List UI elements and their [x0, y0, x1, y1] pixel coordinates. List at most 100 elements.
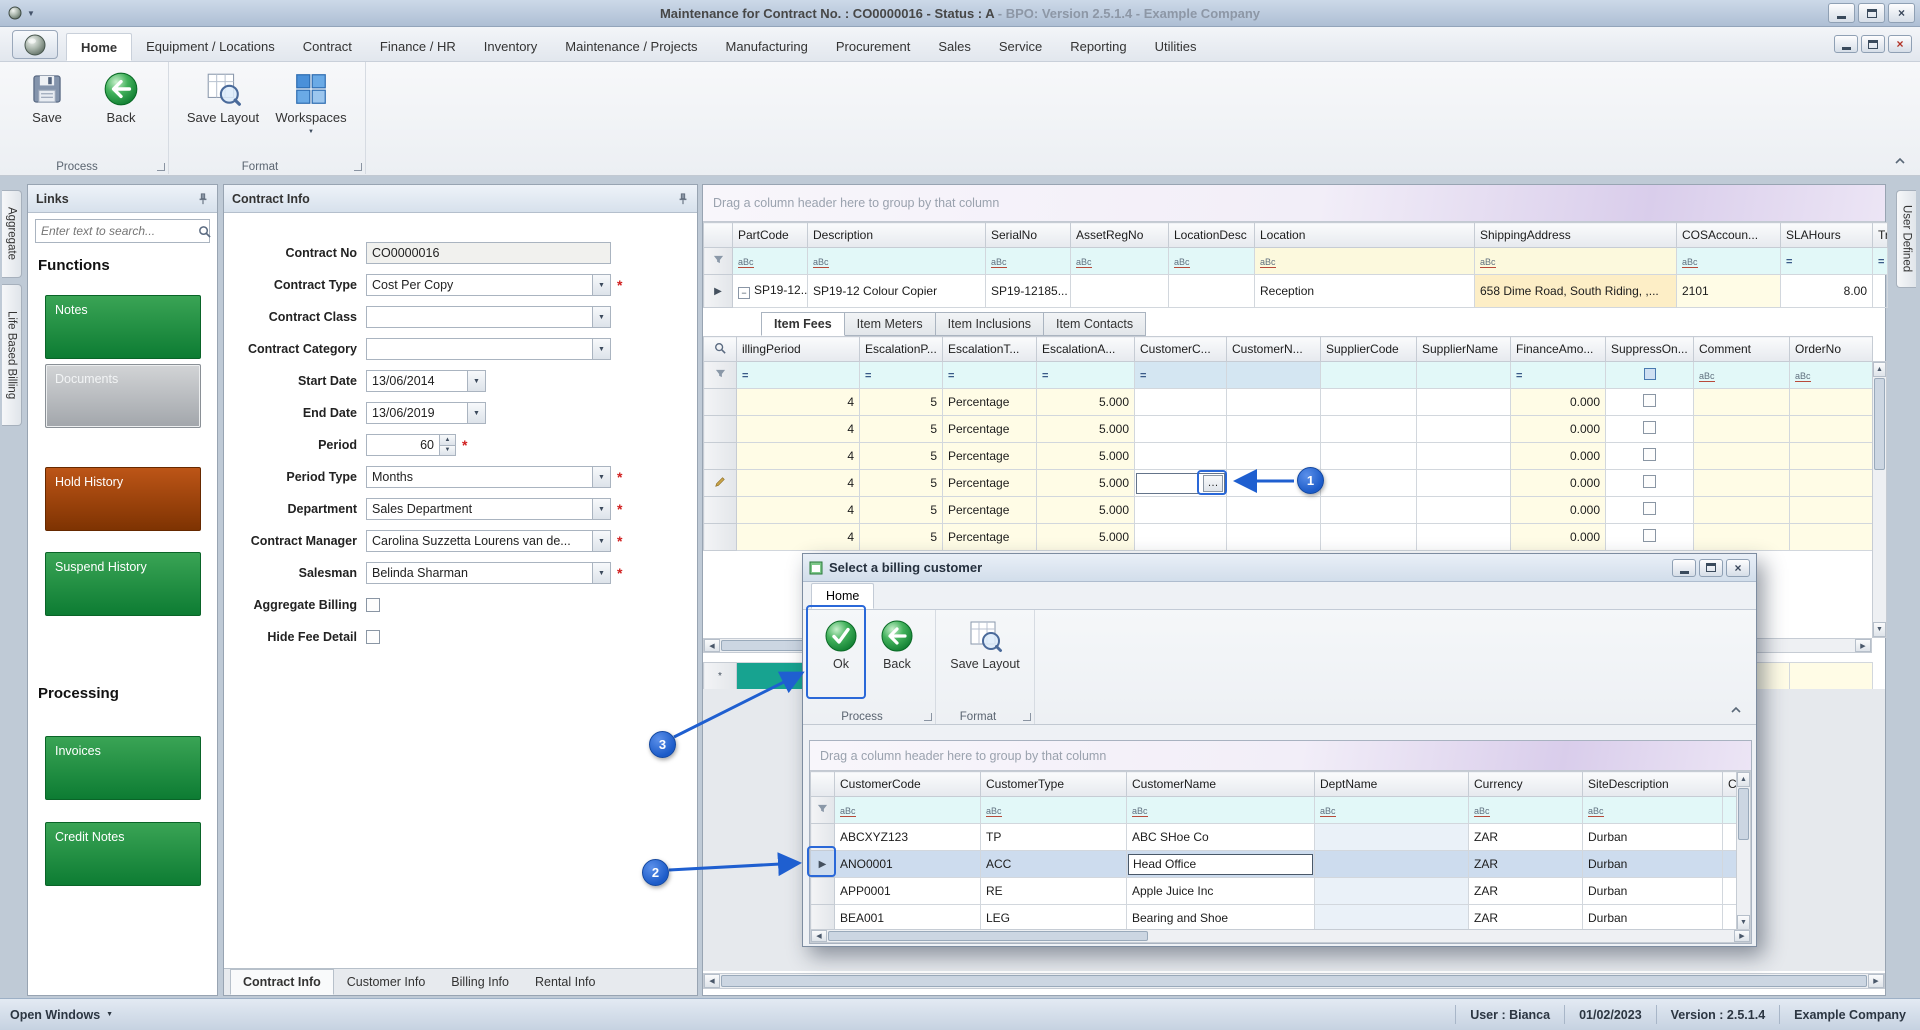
scroll-right-icon[interactable]: ▶ [1868, 974, 1884, 988]
cell-comment[interactable] [1694, 443, 1790, 470]
cell-billingperiod[interactable]: 4 [737, 497, 860, 524]
suppress-checkbox[interactable] [1643, 421, 1656, 434]
filter-cell-serialno[interactable]: aBc [986, 248, 1071, 275]
cell-orderno[interactable] [1790, 389, 1873, 416]
cell-escalationa[interactable]: 5.000 [1037, 389, 1135, 416]
cell-suppresson[interactable] [1606, 470, 1694, 497]
open-windows-button[interactable]: Open Windows ▼ [0, 1008, 113, 1022]
back-button[interactable]: Back [84, 65, 158, 126]
cell-customername[interactable]: Apple Juice Inc [1127, 878, 1315, 905]
customer-row[interactable]: APP0001 RE Apple Juice Inc ZAR Durban [811, 878, 1739, 905]
contract-category-select[interactable]: ▼ [366, 338, 611, 360]
scroll-left-icon[interactable]: ◀ [811, 930, 827, 942]
customer-row[interactable]: ABCXYZ123 TP ABC SHoe Co ZAR Durban [811, 824, 1739, 851]
dialog-horizontal-scrollbar[interactable]: ◀ ▶ [810, 929, 1751, 943]
cell-customercode[interactable] [1135, 497, 1227, 524]
cell-customertype[interactable]: TP [981, 824, 1127, 851]
pin-icon[interactable] [197, 193, 209, 205]
cell-sitedescription[interactable]: Durban [1583, 905, 1723, 932]
tab-contract-info[interactable]: Contract Info [230, 969, 334, 995]
mdi-restore-button[interactable] [1861, 35, 1885, 53]
filter-cell-customername[interactable]: aBc [1127, 797, 1315, 824]
cell-suppliercode[interactable] [1321, 416, 1417, 443]
cell-orderno[interactable] [1790, 416, 1873, 443]
cell-customertype[interactable]: LEG [981, 905, 1127, 932]
dialog-save-layout-button[interactable]: Save Layout [946, 613, 1024, 671]
cell-customername[interactable] [1227, 524, 1321, 551]
scroll-left-icon[interactable]: ◀ [704, 639, 720, 652]
filter-cell-orderno[interactable]: aBc [1790, 362, 1873, 389]
cell-escalationa[interactable]: 5.000 [1037, 416, 1135, 443]
column-header-serialno[interactable]: SerialNo [986, 223, 1071, 248]
grid-horizontal-scrollbar[interactable]: ◀ ▶ [703, 973, 1885, 989]
equipment-data-row[interactable]: ▶ −SP19-12... SP19-12 Colour Copier SP19… [704, 275, 1888, 308]
column-header-shippingaddress[interactable]: ShippingAddress [1475, 223, 1677, 248]
dropdown-arrow-icon[interactable]: ▼ [592, 499, 610, 519]
search-input[interactable] [41, 224, 198, 238]
cell-customertype[interactable]: RE [981, 878, 1127, 905]
column-header-orderno[interactable]: OrderNo [1790, 337, 1873, 362]
dropdown-arrow-icon[interactable]: ▼ [592, 563, 610, 583]
filter-cell-location[interactable]: aBc [1255, 248, 1475, 275]
cell-deptname[interactable] [1315, 851, 1469, 878]
scroll-left-icon[interactable]: ◀ [704, 974, 720, 988]
minimize-button[interactable] [1828, 3, 1855, 23]
cell-billingperiod[interactable]: 4 [737, 416, 860, 443]
fees-row[interactable]: 4 5 Percentage 5.000 0.000 [704, 497, 1873, 524]
dialog-back-button[interactable]: Back [869, 613, 925, 671]
filter-cell-financeamount[interactable]: = [1511, 362, 1606, 389]
column-header-location[interactable]: Location [1255, 223, 1475, 248]
contract-no-input[interactable]: CO0000016 [366, 242, 611, 264]
cell-suppliercode[interactable] [1321, 524, 1417, 551]
fees-row[interactable]: 4 5 Percentage 5.000 0.000 [704, 389, 1873, 416]
workspaces-button[interactable]: Workspaces ▼ [267, 65, 355, 135]
ribbon-tab-service[interactable]: Service [985, 33, 1056, 61]
restore-button[interactable] [1858, 3, 1885, 23]
fees-row-editing[interactable]: 4 5 Percentage 5.000 … 0.000 [704, 470, 1873, 497]
column-header-escalationt[interactable]: EscalationT... [943, 337, 1037, 362]
cell-currency[interactable]: ZAR [1469, 851, 1583, 878]
cell-escalationt[interactable]: Percentage [943, 389, 1037, 416]
filter-cell-tra[interactable]: = [1873, 248, 1888, 275]
filter-cell-escalationt[interactable]: = [943, 362, 1037, 389]
cell-suppresson[interactable] [1606, 497, 1694, 524]
tab-item-fees[interactable]: Item Fees [761, 312, 845, 336]
cell-suppliercode[interactable] [1321, 389, 1417, 416]
cell-suppliername[interactable] [1417, 470, 1511, 497]
dropdown-arrow-icon[interactable]: ▼ [467, 371, 485, 391]
scroll-right-icon[interactable]: ▶ [1855, 639, 1871, 652]
cell-suppresson[interactable] [1606, 443, 1694, 470]
cell-customercode[interactable]: ABCXYZ123 [835, 824, 981, 851]
tab-rental-info[interactable]: Rental Info [522, 969, 608, 995]
filter-cell-billingperiod[interactable]: = [737, 362, 860, 389]
filter-cell-shippingaddress[interactable]: aBc [1475, 248, 1677, 275]
cell-locationdesc[interactable] [1169, 275, 1255, 308]
ribbon-tab-maintenance-projects[interactable]: Maintenance / Projects [551, 33, 711, 61]
column-header-slahours[interactable]: SLAHours [1781, 223, 1873, 248]
ribbon-tab-sales[interactable]: Sales [924, 33, 985, 61]
column-header-suppliercode[interactable]: SupplierCode [1321, 337, 1417, 362]
cell-escalationp[interactable]: 5 [860, 497, 943, 524]
column-header-tra[interactable]: Tra... [1873, 223, 1888, 248]
cell-suppliercode[interactable] [1321, 470, 1417, 497]
suppress-checkbox[interactable] [1643, 394, 1656, 407]
tab-item-meters[interactable]: Item Meters [845, 312, 936, 336]
group-dialog-launcher-icon[interactable] [157, 163, 165, 171]
credit-notes-link-button[interactable]: Credit Notes [45, 822, 201, 886]
group-dialog-launcher-icon[interactable] [924, 713, 932, 721]
edge-tab-aggregate[interactable]: Aggregate [2, 190, 22, 278]
cell-customercode[interactable] [1135, 416, 1227, 443]
cell-escalationt[interactable]: Percentage [943, 443, 1037, 470]
dropdown-arrow-icon[interactable]: ▼ [592, 467, 610, 487]
cell-escalationp[interactable]: 5 [860, 389, 943, 416]
mdi-minimize-button[interactable] [1834, 35, 1858, 53]
fees-row[interactable]: 4 5 Percentage 5.000 0.000 [704, 416, 1873, 443]
filter-cell-customername[interactable] [1227, 362, 1321, 389]
column-header-customername[interactable]: CustomerName [1127, 772, 1315, 797]
period-spinner[interactable]: 60▲▼ [366, 434, 456, 456]
save-button[interactable]: Save [10, 65, 84, 126]
cell-escalationa[interactable]: 5.000 [1037, 524, 1135, 551]
cell-escalationp[interactable]: 5 [860, 524, 943, 551]
cell-financeamount[interactable]: 0.000 [1511, 389, 1606, 416]
pin-icon[interactable] [677, 193, 689, 205]
